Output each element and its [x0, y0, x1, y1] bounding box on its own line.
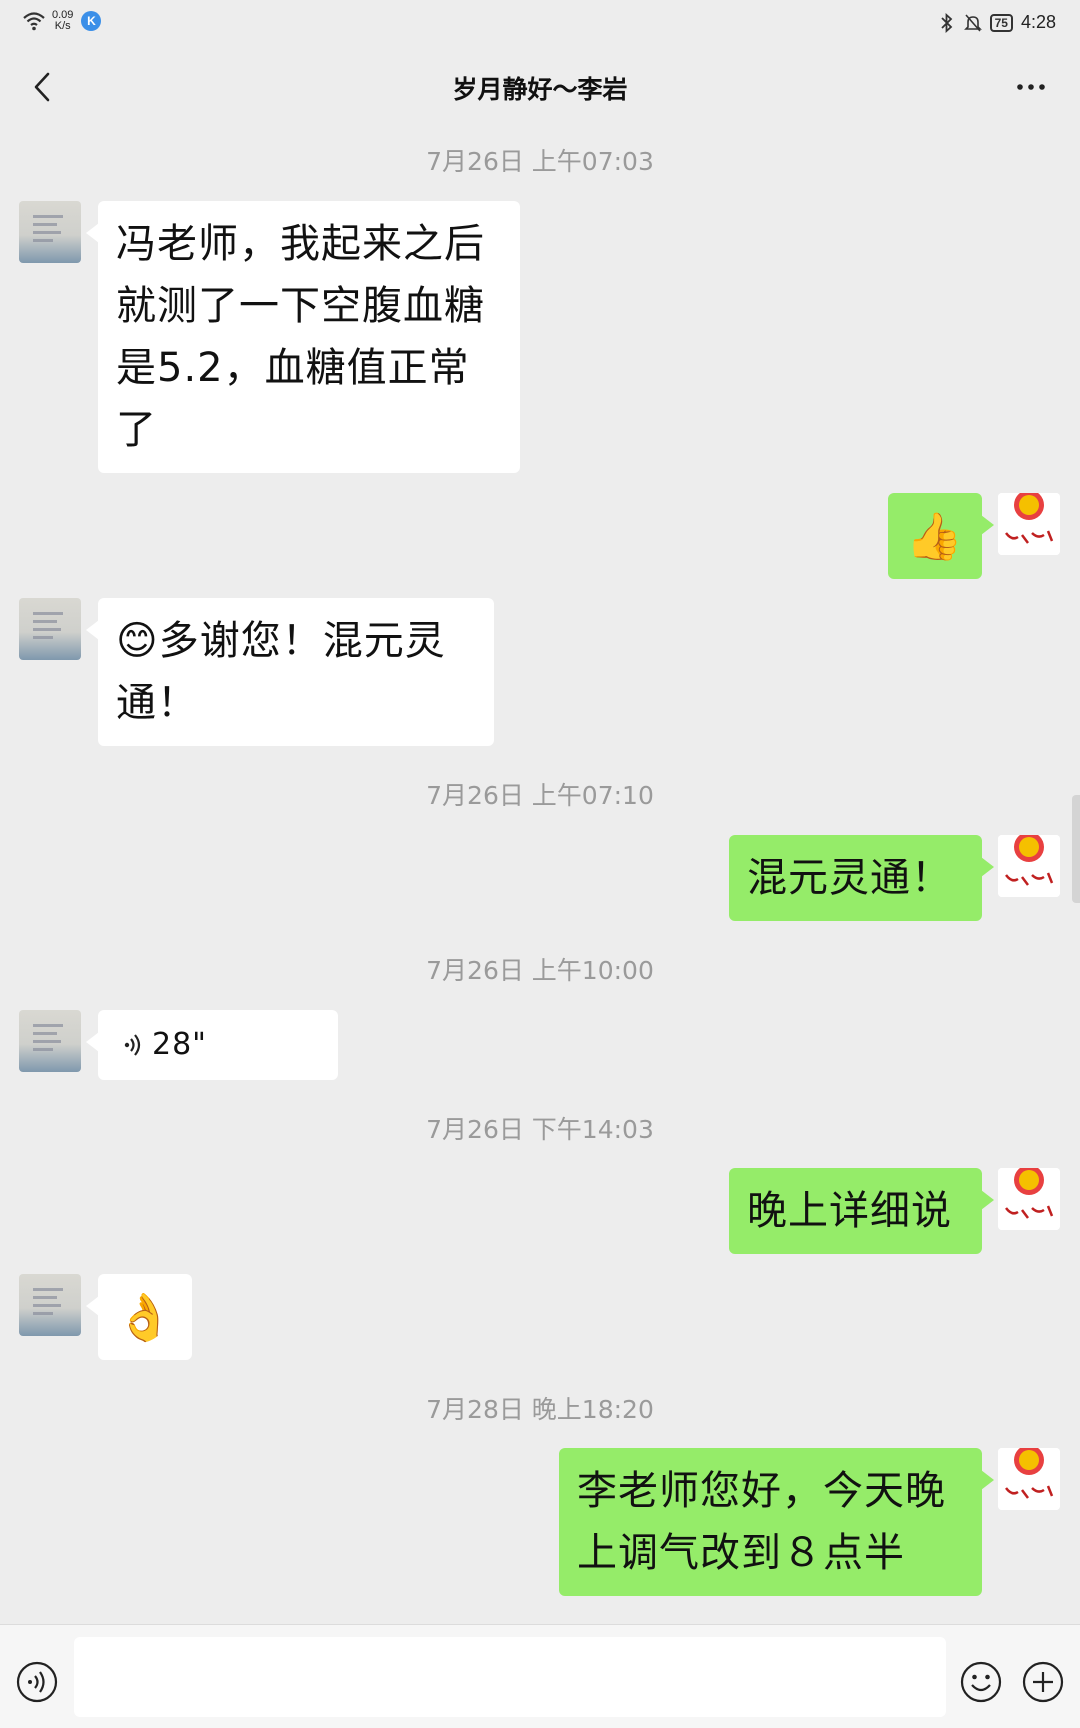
voice-duration: 28" — [152, 1027, 207, 1062]
contact-avatar[interactable] — [19, 201, 81, 263]
self-avatar[interactable] — [998, 1168, 1060, 1230]
status-time: 4:28 — [1020, 12, 1056, 32]
app-notification-badge: K — [81, 11, 102, 31]
bluetooth-icon — [940, 12, 952, 33]
outgoing-message-bubble[interactable]: 混元灵通！ — [729, 835, 994, 921]
status-bar-right: 75 4:28 — [938, 12, 1056, 33]
self-avatar-logo — [998, 1168, 1060, 1230]
incoming-emoji-bubble[interactable]: 👌 — [86, 1274, 192, 1360]
contact-avatar[interactable] — [19, 1274, 81, 1336]
bell-muted-icon — [963, 13, 982, 32]
voice-wave-icon — [124, 1034, 141, 1056]
more-actions-button[interactable] — [1022, 1661, 1064, 1703]
self-avatar-logo — [998, 1448, 1060, 1510]
incoming-message-bubble[interactable]: 冯老师，我起来之后就测了一下空腹血糖是5.2，血糖值正常了 — [86, 201, 520, 473]
timestamp: 7月26日 上午07:03 — [426, 147, 654, 176]
more-dots-icon[interactable] — [1016, 82, 1046, 92]
message-text: 晚上详细说 — [747, 1188, 952, 1234]
outgoing-message-bubble[interactable]: 晚上详细说 — [729, 1168, 994, 1254]
outgoing-emoji-bubble[interactable]: 👍 — [888, 493, 994, 579]
battery-indicator: 75 — [989, 13, 1013, 32]
self-avatar-logo — [998, 835, 1060, 897]
timestamp: 7月26日 上午10:00 — [426, 956, 654, 985]
wifi-icon — [23, 12, 45, 31]
incoming-message-bubble[interactable]: 😊多谢您！混元灵通！ — [86, 598, 494, 746]
contact-avatar[interactable] — [19, 1010, 81, 1072]
message-text: 冯老师，我起来之后就测了一下空腹血糖是5.2，血糖值正常了 — [116, 221, 485, 453]
status-bar: 0.09 K/s K 75 4:28 — [0, 0, 1080, 50]
message-text: 李老师您好，今天晚上调气改到８点半 — [577, 1468, 946, 1576]
timestamp: 7月26日 下午14:03 — [426, 1115, 654, 1144]
self-avatar[interactable] — [998, 835, 1060, 897]
self-avatar[interactable] — [998, 493, 1060, 555]
message-text: 混元灵通！ — [747, 855, 952, 901]
outgoing-message-bubble[interactable]: 李老师您好，今天晚上调气改到８点半 — [559, 1448, 994, 1596]
message-text: 😊多谢您！混元灵通！ — [116, 618, 446, 726]
timestamp: 7月26日 上午07:10 — [426, 781, 654, 810]
self-avatar[interactable] — [998, 1448, 1060, 1510]
voice-input-button[interactable] — [16, 1661, 58, 1703]
net-speed-unit: K/s — [54, 20, 71, 32]
contact-avatar[interactable] — [19, 598, 81, 660]
emoji-button[interactable] — [960, 1661, 1002, 1703]
chat-header: 岁月静好～李岩 — [0, 50, 1080, 124]
ok-hand-icon: 👌 — [115, 1290, 175, 1344]
status-bar-left: 0.09 K/s K — [22, 10, 102, 32]
self-avatar-logo — [998, 493, 1060, 555]
message-input[interactable] — [74, 1637, 946, 1717]
thumbs-up-icon: 👍 — [905, 509, 965, 563]
chat-title: 岁月静好～李岩 — [452, 75, 628, 104]
message-input-bar — [0, 1624, 1080, 1728]
scroll-handle[interactable] — [1072, 795, 1080, 903]
chat-message-list[interactable]: 7月26日 上午07:03 冯老师，我起来之后就测了一下空腹血糖是5.2，血糖值… — [0, 124, 1080, 1624]
incoming-voice-bubble[interactable]: 28" — [86, 1010, 338, 1080]
net-speed: 0.09 K/s — [52, 10, 73, 32]
timestamp: 7月28日 晚上18:20 — [426, 1395, 654, 1424]
